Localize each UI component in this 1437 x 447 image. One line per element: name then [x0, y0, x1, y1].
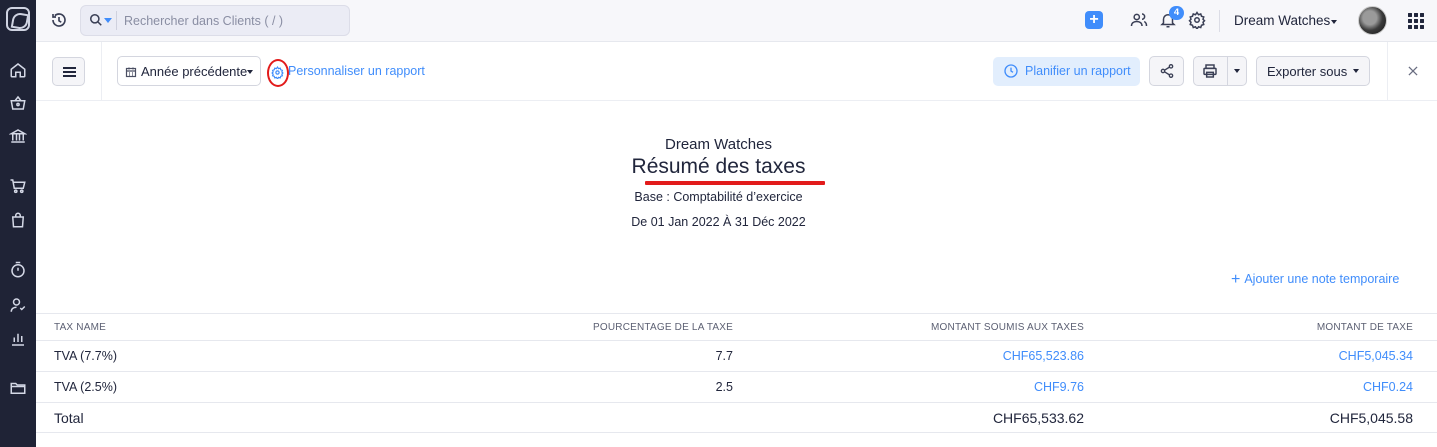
chevron-down-icon[interactable]	[1331, 20, 1337, 24]
total-taxable-amount: CHF65,533.62	[992, 410, 1084, 426]
table-row: TVA (7.7%) 7.7 CHF65,523.86 CHF5,045.34	[36, 340, 1437, 371]
organization-switcher[interactable]: Dream Watches	[1234, 13, 1330, 28]
timer-icon[interactable]	[9, 261, 27, 279]
clock-icon	[1003, 63, 1019, 79]
total-tax-amount: CHF5,045.58	[1329, 410, 1413, 426]
toolbar-divider	[1387, 42, 1388, 101]
gear-icon[interactable]	[1188, 11, 1206, 29]
search-scope-chevron-down-icon[interactable]	[104, 18, 112, 23]
report-basis: Base : Comptabilité d’exercice	[634, 190, 803, 204]
customize-report-link[interactable]: Personnaliser un rapport	[288, 64, 425, 78]
search-icon[interactable]	[89, 13, 103, 27]
search-bar[interactable]: Rechercher dans Clients ( / )	[80, 5, 350, 36]
taxable-amount-link[interactable]: CHF9.76	[1034, 380, 1084, 394]
report-period: De 01 Jan 2022 À 31 Déc 2022	[631, 215, 806, 229]
table-total-row: Total CHF65,533.62 CHF5,045.58	[36, 402, 1437, 433]
tax-name-cell: TVA (2.5%)	[54, 380, 117, 394]
app-logo[interactable]	[6, 7, 30, 31]
column-header-tax-name[interactable]: TAX NAME	[54, 322, 106, 333]
title-highlight-underline	[645, 181, 825, 185]
users-icon[interactable]	[1130, 11, 1148, 29]
export-label: Exporter sous	[1267, 64, 1348, 79]
tax-amount-link[interactable]: CHF0.24	[1363, 380, 1413, 394]
bar-chart-icon[interactable]	[9, 330, 27, 348]
close-icon[interactable]	[1406, 64, 1420, 78]
print-split-divider	[1227, 57, 1228, 85]
shopping-basket-icon[interactable]	[9, 94, 27, 112]
report-title: Résumé des taxes	[631, 155, 806, 178]
chevron-down-icon	[247, 70, 253, 74]
toolbar-divider	[101, 42, 102, 101]
table-header-row: TAX NAME POURCENTAGE DE LA TAXE MONTANT …	[36, 313, 1437, 340]
period-label: Année précédente	[141, 64, 248, 79]
chevron-down-icon[interactable]	[1234, 69, 1240, 73]
tax-name-cell: TVA (7.7%)	[54, 349, 117, 363]
customize-gear-icon[interactable]	[267, 59, 289, 87]
avatar[interactable]	[1358, 6, 1387, 35]
chevron-down-icon	[1353, 69, 1359, 73]
history-icon[interactable]	[50, 11, 68, 29]
total-label: Total	[54, 410, 84, 426]
column-header-tax-amount[interactable]: MONTANT DE TAXE	[1317, 322, 1413, 333]
share-button[interactable]	[1149, 56, 1184, 86]
tax-percentage-cell: 7.7	[715, 349, 733, 363]
tax-percentage-cell: 2.5	[715, 380, 733, 394]
user-icon[interactable]	[9, 296, 27, 314]
home-icon[interactable]	[9, 61, 27, 79]
print-button[interactable]	[1193, 56, 1247, 86]
calendar-icon	[125, 65, 137, 78]
top-bar: Rechercher dans Clients ( / ) + 4 Dream …	[36, 0, 1437, 42]
app-root: Rechercher dans Clients ( / ) + 4 Dream …	[0, 0, 1437, 447]
schedule-report-label: Planifier un rapport	[1025, 64, 1131, 78]
add-note-label: Ajouter une note temporaire	[1244, 272, 1400, 286]
report-toolbar: Année précédente Personnaliser un rappor…	[36, 42, 1437, 101]
period-dropdown[interactable]: Année précédente	[117, 56, 261, 86]
notification-badge: 4	[1169, 6, 1184, 20]
column-header-taxable-amount[interactable]: MONTANT SOUMIS AUX TAXES	[931, 322, 1084, 333]
export-dropdown[interactable]: Exporter sous	[1256, 56, 1370, 86]
printer-icon	[1203, 64, 1217, 78]
column-header-tax-percentage[interactable]: POURCENTAGE DE LA TAXE	[593, 322, 733, 333]
search-divider	[116, 11, 117, 30]
quick-create-add-icon[interactable]: +	[1085, 11, 1103, 29]
search-input[interactable]: Rechercher dans Clients ( / )	[124, 14, 283, 28]
report-company: Dream Watches	[665, 136, 772, 153]
topbar-divider	[1219, 10, 1220, 32]
taxable-amount-link[interactable]: CHF65,523.86	[1003, 349, 1084, 363]
schedule-report-button[interactable]: Planifier un rapport	[993, 57, 1140, 86]
menu-button[interactable]	[52, 57, 85, 86]
folder-icon[interactable]	[9, 379, 27, 397]
add-note-link[interactable]: + Ajouter une note temporaire	[1231, 270, 1399, 288]
apps-grid-icon[interactable]	[1408, 13, 1424, 29]
table-row: TVA (2.5%) 2.5 CHF9.76 CHF0.24	[36, 371, 1437, 402]
tax-summary-table: TAX NAME POURCENTAGE DE LA TAXE MONTANT …	[36, 313, 1437, 433]
plus-icon: +	[1231, 271, 1241, 288]
tax-amount-link[interactable]: CHF5,045.34	[1339, 349, 1413, 363]
share-icon	[1160, 63, 1174, 78]
